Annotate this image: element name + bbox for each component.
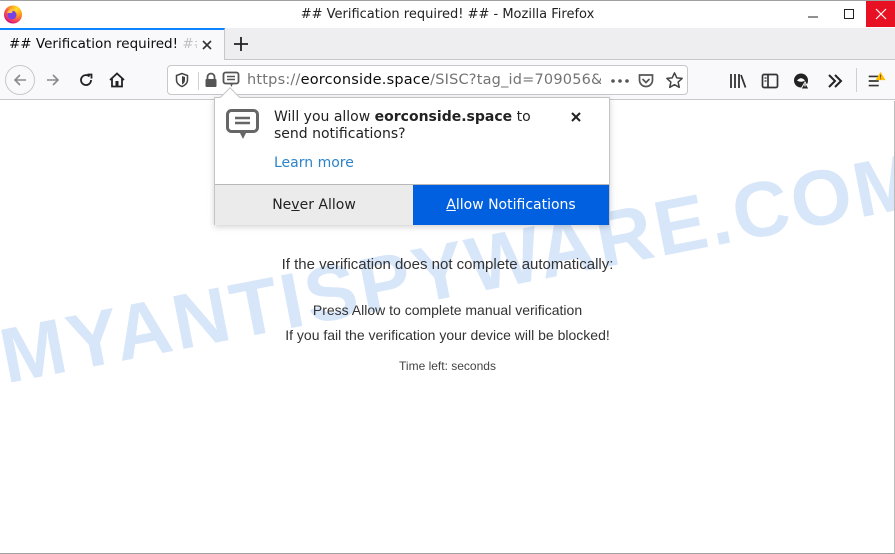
minimize-icon <box>808 16 818 18</box>
hamburger-menu-icon[interactable] <box>866 71 886 91</box>
address-bar[interactable]: https://eorconside.space/SISC?tag_id=709… <box>167 65 688 95</box>
title-bar: ## Verification required! ## - Mozilla F… <box>0 0 895 28</box>
popup-close-icon[interactable] <box>569 110 583 124</box>
tab-title: ## Verification required! ## <box>9 36 197 52</box>
reload-icon <box>80 73 93 86</box>
time-left-text: Time left: seconds <box>399 359 496 373</box>
lock-icon[interactable] <box>204 72 218 88</box>
bookmark-star-icon[interactable] <box>665 71 684 90</box>
back-button[interactable] <box>5 65 35 95</box>
reload-button[interactable] <box>71 65 101 95</box>
arrow-right-icon <box>47 74 60 86</box>
navigation-toolbar: https://eorconside.space/SISC?tag_id=709… <box>0 60 895 100</box>
press-allow-text: Press Allow to complete manual verificat… <box>312 302 583 318</box>
notification-permission-popup: Will you allow eorconside.space to send … <box>214 87 610 225</box>
popup-site-name: eorconside.space <box>374 109 513 125</box>
url-text[interactable]: https://eorconside.space/SISC?tag_id=709… <box>247 72 601 88</box>
overflow-chevron-icon[interactable] <box>825 71 845 91</box>
sidebar-icon[interactable] <box>760 71 780 91</box>
maximize-icon <box>844 9 854 19</box>
never-allow-button[interactable]: Ne v er Allow <box>215 185 413 225</box>
home-button[interactable] <box>102 65 132 95</box>
forward-button[interactable] <box>38 65 68 95</box>
toolbar-separator <box>856 68 857 92</box>
close-window-button[interactable] <box>866 1 895 27</box>
arrow-left-icon <box>13 74 26 86</box>
close-icon <box>875 8 886 20</box>
pocket-icon[interactable] <box>637 72 655 90</box>
tab-close-icon[interactable] <box>199 37 215 53</box>
new-tab-plus-icon[interactable] <box>230 33 252 55</box>
page-actions-more-icon[interactable] <box>609 72 631 90</box>
blocked-warning-text: If you fail the verification your device… <box>285 327 610 343</box>
allow-notifications-button[interactable]: Allow Notifications <box>413 185 609 225</box>
verification-instruction: If the verification does not complete au… <box>281 256 614 273</box>
tab-strip: ## Verification required! ## <box>0 28 895 60</box>
notification-speech-bubble-icon <box>226 109 259 139</box>
address-bar-separator <box>198 72 199 90</box>
home-icon <box>109 72 125 88</box>
firefox-monitor-icon[interactable] <box>792 71 812 91</box>
window-title: ## Verification required! ## - Mozilla F… <box>300 7 595 22</box>
tab-verification[interactable]: ## Verification required! ## <box>0 28 225 60</box>
tracking-protection-shield-icon[interactable] <box>174 72 190 88</box>
library-icon[interactable] <box>728 71 748 91</box>
maximize-button[interactable] <box>832 1 866 27</box>
notification-permission-icon[interactable] <box>222 71 240 89</box>
minimize-button[interactable] <box>796 1 830 27</box>
popup-button-row: Ne v er Allow Allow Notifications <box>215 184 609 225</box>
popup-message: Will you allow eorconside.space to send … <box>274 109 531 142</box>
learn-more-link[interactable]: Learn more <box>274 155 354 171</box>
